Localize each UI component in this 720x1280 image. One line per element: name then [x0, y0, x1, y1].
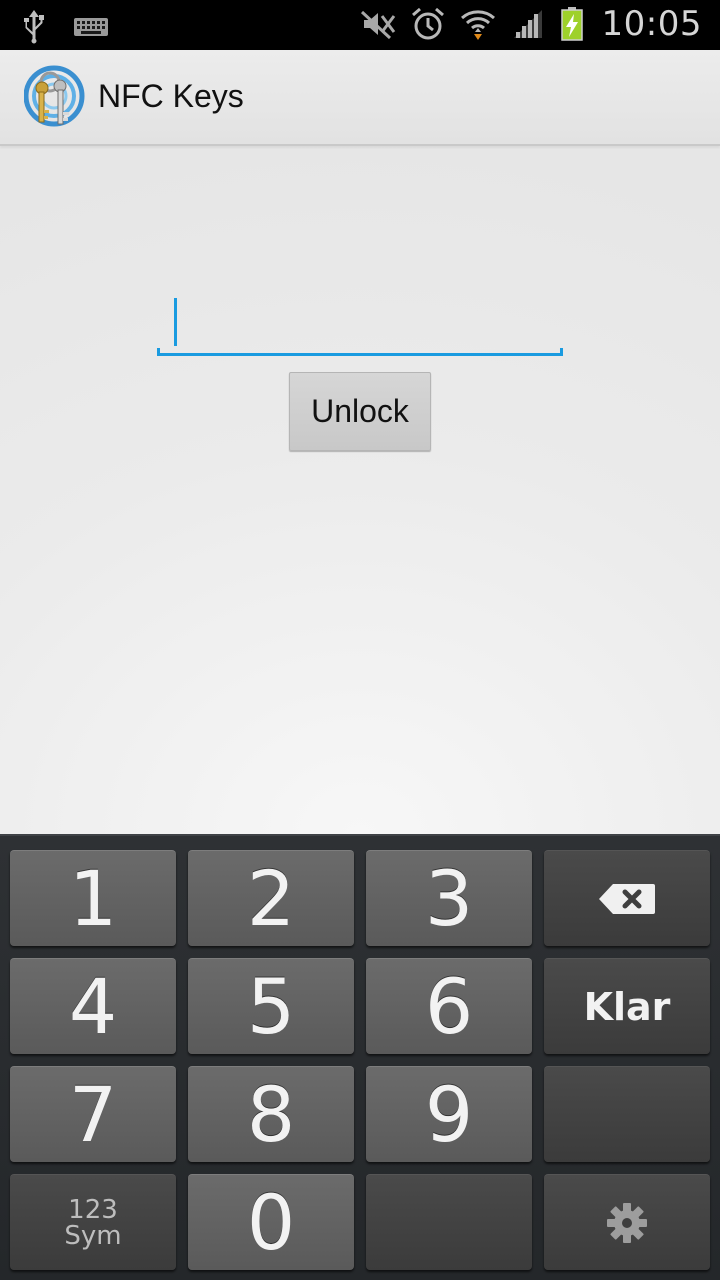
battery-charging-icon: [560, 7, 583, 41]
status-bar: 10:05: [0, 0, 720, 50]
app-title: NFC Keys: [98, 78, 244, 114]
unlock-button[interactable]: Unlock: [289, 372, 431, 451]
status-time: 10:05: [601, 4, 702, 44]
key-8[interactable]: 8: [188, 1066, 354, 1162]
symbols-key[interactable]: 123 Sym: [10, 1174, 176, 1270]
key-1[interactable]: 1: [10, 850, 176, 946]
key-2[interactable]: 2: [188, 850, 354, 946]
key-7[interactable]: 7: [10, 1066, 176, 1162]
blank-key[interactable]: [544, 1066, 710, 1162]
backspace-icon: [599, 883, 655, 914]
settings-icon: [607, 1202, 647, 1243]
key-4[interactable]: 4: [10, 958, 176, 1054]
alarm-icon: [411, 7, 444, 40]
input-underline: [157, 353, 563, 356]
usb-icon: [24, 10, 44, 44]
mute-icon: [360, 10, 395, 40]
keys-nfc-icon[interactable]: [24, 64, 88, 130]
key-0[interactable]: 0: [188, 1174, 354, 1270]
wifi-icon: [460, 10, 495, 40]
action-bar: NFC Keys: [0, 50, 720, 146]
key-6[interactable]: 6: [366, 958, 532, 1054]
done-key[interactable]: Klar: [544, 958, 710, 1054]
backspace-key[interactable]: [544, 850, 710, 946]
blank-key-2[interactable]: [366, 1174, 532, 1270]
text-cursor: [174, 298, 177, 346]
key-3[interactable]: 3: [366, 850, 532, 946]
app-content: NFC Keys Unlock: [0, 50, 720, 834]
key-5[interactable]: 5: [188, 958, 354, 1054]
numeric-keyboard: 1 2 3 4 5 6 Klar 7 8 9 123 Sym 0: [0, 834, 720, 1280]
keyboard-icon: [74, 18, 108, 36]
key-9[interactable]: 9: [366, 1066, 532, 1162]
signal-icon: [513, 10, 542, 38]
settings-key[interactable]: [544, 1174, 710, 1270]
pin-input[interactable]: [157, 294, 563, 356]
